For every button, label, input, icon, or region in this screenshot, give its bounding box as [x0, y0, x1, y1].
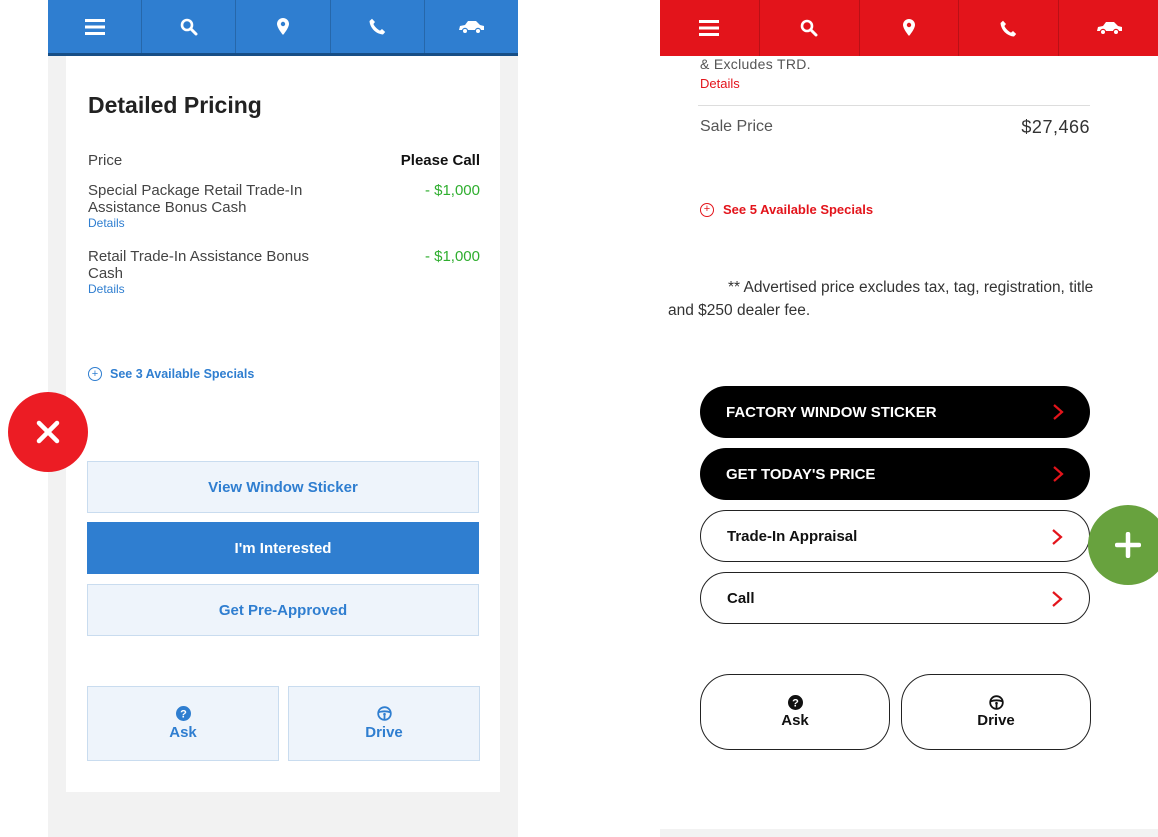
page-title: Detailed Pricing — [88, 92, 262, 118]
factory-window-sticker-label: FACTORY WINDOW STICKER — [726, 403, 937, 421]
view-window-sticker-button[interactable]: View Window Sticker — [87, 461, 479, 513]
svg-text:?: ? — [792, 698, 799, 710]
car-icon[interactable] — [425, 0, 518, 53]
incentive-value: - $1,000 — [424, 248, 480, 265]
sale-price-value: $27,466 — [1021, 117, 1090, 137]
phone-icon[interactable] — [331, 0, 425, 53]
close-icon — [8, 392, 88, 472]
price-row: Price Please Call — [88, 152, 480, 169]
chevron-right-icon — [1052, 529, 1063, 545]
drive-label: Drive — [977, 712, 1015, 729]
get-todays-price-button[interactable]: GET TODAY'S PRICE — [700, 448, 1090, 500]
location-pin-icon[interactable] — [236, 0, 331, 53]
search-icon[interactable] — [142, 0, 237, 53]
location-pin-icon[interactable] — [860, 0, 960, 56]
price-label: Price — [88, 152, 123, 169]
im-interested-button[interactable]: I'm Interested — [87, 522, 479, 574]
details-link[interactable]: Details — [88, 216, 480, 231]
right-phone-screen: & Excludes TRD. Details Sale Price $27,4… — [660, 0, 1158, 837]
plus-icon — [1088, 505, 1158, 585]
left-top-navbar — [48, 0, 518, 56]
question-icon: ? — [175, 706, 191, 721]
incentive-value: - $1,000 — [424, 182, 480, 199]
see-specials-label: See 5 Available Specials — [723, 202, 874, 217]
incentive-label: Retail Trade-In Assistance Bonus Cash — [88, 248, 309, 282]
pricing-panel: & Excludes TRD. Details Sale Price $27,4… — [660, 56, 1158, 829]
chevron-right-icon — [1052, 591, 1063, 607]
see-specials-label: See 3 Available Specials — [110, 367, 255, 381]
get-pre-approved-button[interactable]: Get Pre-Approved — [87, 584, 479, 636]
divider — [698, 105, 1090, 106]
price-disclaimer: ** Advertised price excludes tax, tag, r… — [668, 279, 1094, 319]
left-phone-screen: Detailed Pricing Price Please Call Speci… — [48, 0, 518, 837]
menu-icon[interactable] — [660, 0, 760, 56]
drive-label: Drive — [365, 724, 403, 741]
ask-button[interactable]: ? Ask — [87, 686, 279, 761]
call-label: Call — [727, 589, 755, 607]
chevron-right-icon — [1053, 404, 1064, 420]
question-icon: ? — [787, 695, 803, 710]
car-icon[interactable] — [1059, 0, 1158, 56]
price-row: Special Package Retail Trade-In Assistan… — [88, 182, 480, 231]
steering-wheel-icon — [376, 706, 392, 721]
price-value: Please Call — [400, 152, 480, 169]
phone-icon[interactable] — [959, 0, 1060, 56]
pricing-panel: Detailed Pricing Price Please Call Speci… — [66, 56, 500, 792]
right-top-navbar — [660, 0, 1158, 56]
svg-text:?: ? — [180, 709, 187, 721]
drive-button[interactable]: Drive — [288, 686, 480, 761]
factory-window-sticker-button[interactable]: FACTORY WINDOW STICKER — [700, 386, 1090, 438]
ask-label: Ask — [169, 724, 197, 741]
incentive-label: Special Package Retail Trade-In Assistan… — [88, 182, 303, 216]
details-link[interactable]: Details — [700, 76, 740, 91]
get-todays-price-label: GET TODAY'S PRICE — [726, 465, 876, 483]
see-specials-link[interactable]: + See 3 Available Specials — [88, 367, 254, 381]
circle-plus-icon: + — [88, 367, 102, 381]
details-link[interactable]: Details — [88, 282, 480, 297]
ask-button[interactable]: ? Ask — [700, 674, 890, 750]
trade-in-appraisal-button[interactable]: Trade-In Appraisal — [700, 510, 1090, 562]
sale-price-label: Sale Price — [700, 118, 773, 135]
menu-icon[interactable] — [48, 0, 143, 53]
circle-plus-icon: + — [700, 202, 714, 217]
chevron-right-icon — [1053, 466, 1064, 482]
drive-button[interactable]: Drive — [901, 674, 1091, 750]
call-button[interactable]: Call — [700, 572, 1090, 624]
steering-wheel-icon — [988, 695, 1004, 710]
price-row: Retail Trade-In Assistance Bonus Cash - … — [88, 248, 480, 297]
search-icon[interactable] — [760, 0, 860, 56]
see-specials-link[interactable]: + See 5 Available Specials — [700, 202, 873, 217]
trade-in-appraisal-label: Trade-In Appraisal — [727, 527, 858, 545]
ask-label: Ask — [781, 712, 809, 729]
excludes-text: & Excludes TRD. — [700, 56, 811, 72]
